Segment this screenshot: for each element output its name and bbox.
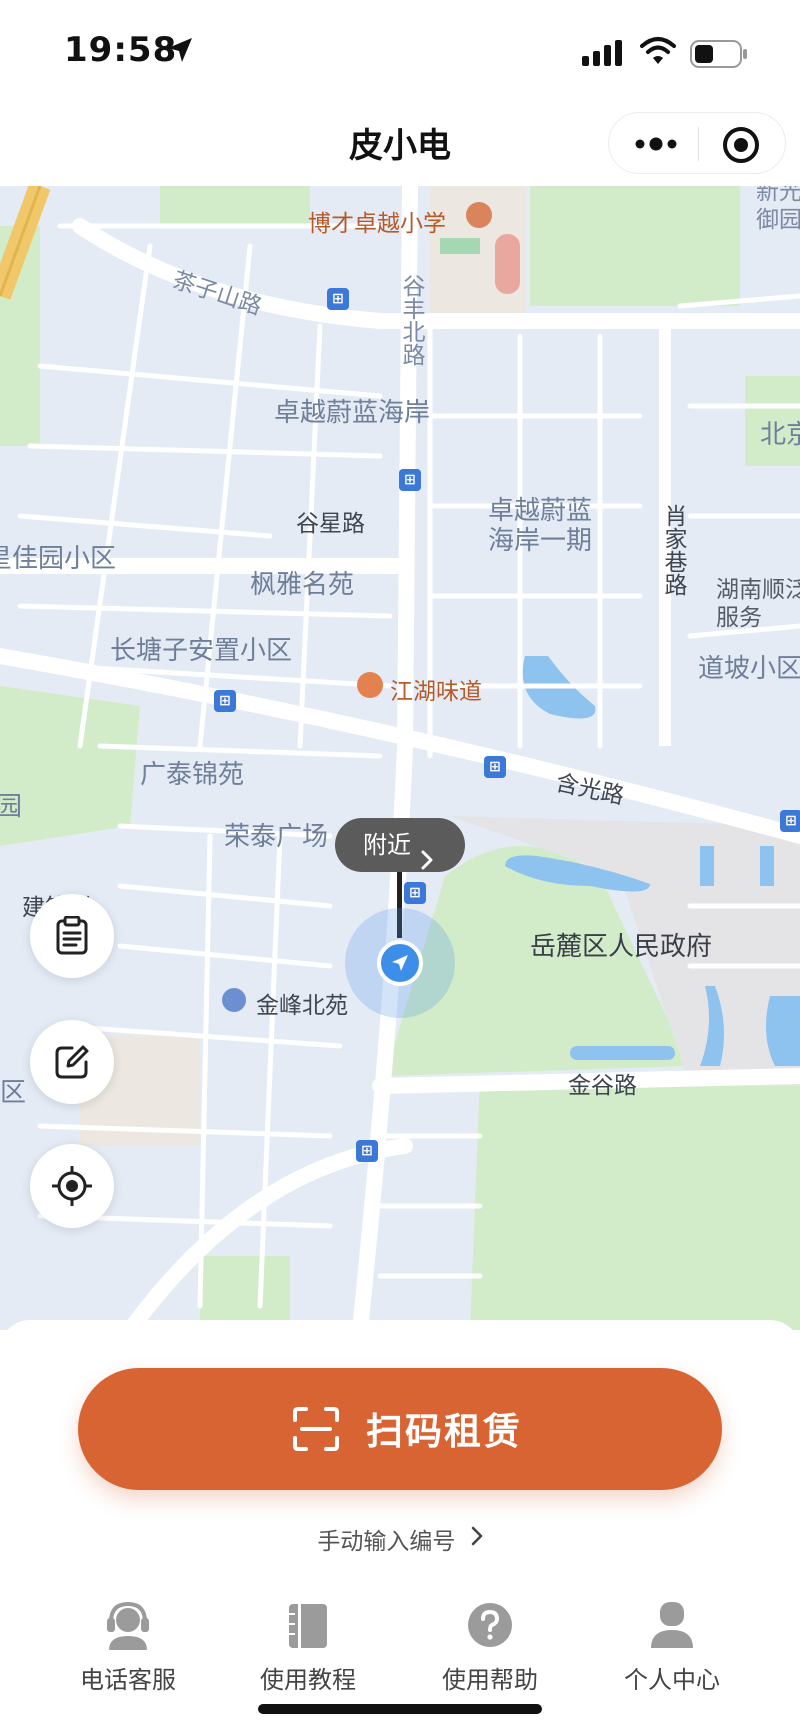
scan-icon <box>292 1406 340 1456</box>
restaurant-icon <box>357 672 383 698</box>
bottom-sheet: 扫码租赁 手动输入编号 电话客服 使用教程 使用帮助 个人中心 <box>0 1320 800 1731</box>
tab-tutorial[interactable]: 使用教程 <box>218 1590 398 1710</box>
bus-stop-icon: ⊞ <box>484 756 506 778</box>
map-label-guxing: 谷星路 <box>296 511 365 537</box>
more-icon[interactable] <box>631 127 681 161</box>
school-icon <box>466 202 492 228</box>
book-icon <box>289 1604 327 1648</box>
chevron-right-icon <box>471 1526 483 1552</box>
map-label-school: 博才卓越小学 <box>308 211 446 237</box>
capsule-divider <box>698 127 699 161</box>
edit-icon <box>55 1045 89 1079</box>
chevron-right-icon <box>420 835 434 889</box>
map-label-guangtai: 广泰锦苑 <box>140 760 245 790</box>
manual-entry-label: 手动输入编号 <box>317 1529 456 1555</box>
status-time: 19:58 <box>64 30 178 70</box>
headset-icon <box>107 1601 149 1650</box>
cellular-signal-icon <box>582 40 626 70</box>
home-indicator <box>258 1704 542 1714</box>
feedback-button[interactable] <box>30 1020 114 1104</box>
map-label-daopo: 道坡小区 <box>698 654 800 684</box>
battery-icon <box>690 40 748 72</box>
residence-icon <box>222 988 246 1012</box>
bus-stop-icon: ⊞ <box>214 690 236 712</box>
nearby-label: 附近 <box>363 831 411 859</box>
help-icon <box>468 1603 512 1647</box>
map-label-xiaojia: 肖家巷路 <box>660 504 686 596</box>
nav-bar: 皮小电 <box>0 100 800 186</box>
tab-label: 个人中心 <box>624 1666 720 1694</box>
crosshair-icon <box>52 1166 92 1206</box>
tab-profile[interactable]: 个人中心 <box>582 1590 762 1710</box>
map-label-zhuoyue: 卓越蔚蓝海岸 <box>274 398 431 428</box>
map-label-government: 岳麓区人民政府 <box>530 932 713 962</box>
scan-rent-label: 扫码租赁 <box>366 1410 522 1453</box>
tab-bar: 电话客服 使用教程 使用帮助 个人中心 <box>0 1590 800 1710</box>
tab-phone-service[interactable]: 电话客服 <box>38 1590 218 1710</box>
bus-stop-icon: ⊞ <box>327 288 349 310</box>
manual-entry-link[interactable]: 手动输入编号 <box>0 1522 800 1556</box>
nearby-button[interactable]: 附近 <box>335 818 465 872</box>
map-label-yuan: 园 <box>0 792 23 822</box>
map-label-jingu: 金谷路 <box>568 1073 637 1099</box>
locate-me-button[interactable] <box>30 1144 114 1228</box>
tab-label: 使用帮助 <box>442 1666 538 1694</box>
map-label-qu: 区 <box>0 1078 27 1108</box>
map-label-beijing: 北京 <box>760 420 800 450</box>
scan-rent-button[interactable]: 扫码租赁 <box>78 1368 722 1490</box>
miniprogram-capsule <box>608 112 786 174</box>
map-label-jiayuan: 星佳园小区 <box>0 544 117 574</box>
map-label-changtang: 长塘子安置小区 <box>110 636 293 666</box>
map-label-jianghu: 江湖味道 <box>390 679 482 705</box>
bus-stop-icon: ⊞ <box>356 1140 378 1162</box>
status-bar: 19:58 <box>0 0 800 100</box>
map-label-phase1: 卓越蔚蓝 海岸一期 <box>488 496 593 556</box>
location-arrow-icon <box>166 36 194 68</box>
tab-help[interactable]: 使用帮助 <box>400 1590 580 1710</box>
orders-button[interactable] <box>30 894 114 978</box>
map-label-jinfeng: 金峰北苑 <box>256 993 348 1019</box>
person-icon <box>651 1602 693 1648</box>
tab-label: 使用教程 <box>260 1666 356 1694</box>
map-view[interactable]: 博才卓越小学 茶子山路 谷丰北路 卓越蔚蓝海岸 谷星路 卓越蔚蓝 海岸一期 肖家… <box>0 186 800 1330</box>
map-label-fengya: 枫雅名苑 <box>250 570 355 600</box>
map-label-xinguang: 新光 御园 <box>756 186 800 233</box>
clipboard-icon <box>56 916 88 955</box>
current-location-icon <box>377 940 423 986</box>
map-label-gufeng: 谷丰北路 <box>398 274 424 366</box>
bus-stop-icon: ⊞ <box>399 469 421 491</box>
wifi-icon <box>640 36 676 70</box>
map-label-hunan: 湖南顺泛 服务 <box>716 577 800 631</box>
map-label-rongtai: 荣泰广场 <box>224 822 329 852</box>
tab-label: 电话客服 <box>80 1666 176 1694</box>
bus-stop-icon: ⊞ <box>780 810 800 832</box>
close-miniprogram-icon[interactable] <box>721 125 761 165</box>
